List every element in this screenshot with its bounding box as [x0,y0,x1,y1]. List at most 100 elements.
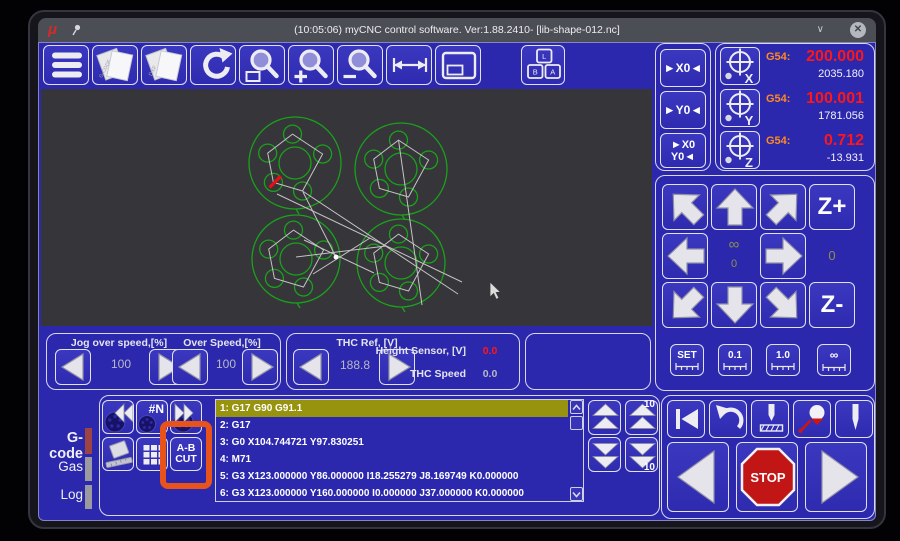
jog-z-minus-button[interactable]: Z- [809,282,855,328]
tab-gcode-indicator [85,428,92,454]
svg-text:L: L [542,52,546,61]
gcode-line-number-button[interactable]: #N [136,400,168,434]
jog-left-button[interactable] [662,233,708,279]
x-work-value: 200.000 [806,48,864,65]
thc-speed-value: 0.0 [482,368,498,380]
stop-sign-icon: STOP [740,447,796,507]
jog-step-10-button[interactable]: 1.0 [766,344,800,376]
zero-y-button[interactable]: ►Y0◄ [660,91,706,129]
zoom-in-button[interactable] [288,45,334,85]
frame-button[interactable] [435,45,481,85]
over-speed-dec-button[interactable] [172,349,208,385]
height-sensor-label: Height Sensor, [V] [375,345,466,357]
probe-icon [759,404,784,432]
torch-icon [798,405,825,434]
dro-panel: X G54: 200.000 2035.180 Y G54: 100.001 1… [715,43,875,171]
run-back-button[interactable] [667,442,729,512]
open-gcode-button[interactable]: G-CODE [92,45,138,85]
over-speed-value: 100 [215,357,237,371]
gcode-line[interactable]: 4: M71 [216,451,568,468]
skip-start-icon [676,409,698,429]
over-speed-inc-button[interactable] [242,349,278,385]
jog-right-button[interactable] [760,233,806,279]
zoom-out-button[interactable] [337,45,383,85]
refresh-button[interactable] [190,45,236,85]
jog-step-set-button[interactable]: SET [670,344,704,376]
run-forward-button[interactable] [805,442,867,512]
nesting-grid-button[interactable] [136,437,168,471]
jog-step-inf-button[interactable]: ∞ [817,344,851,376]
jog-up-left-button[interactable] [662,184,708,230]
screen: μ (10:05:06) myCNC control software. Ver… [0,0,900,541]
gcode-line[interactable]: 1: G17 G90 G91.1 [216,400,568,417]
gcode-forward-button[interactable] [170,400,202,434]
scroll-up-button[interactable] [570,400,583,414]
tab-gas[interactable]: Gas [39,459,83,474]
gcode-line[interactable]: 3: G0 X104.744721 Y97.830251 [216,434,568,451]
jog-down-right-button[interactable] [760,282,806,328]
crosshair-x-icon: X [725,48,754,86]
gcode-line[interactable]: 2: G17 [216,417,568,434]
gcode-up-10-button[interactable]: 10 [625,399,658,435]
zoom-fit-icon [245,49,279,82]
tab-gcode[interactable]: G-code [39,430,83,462]
gcode-line[interactable]: 6: G3 X123.000000 Y160.000000 I0.000000 … [216,485,568,501]
measure-button[interactable] [386,45,432,85]
dro-x-button[interactable]: X [720,47,760,86]
open-dxf-button[interactable]: DXF [141,45,187,85]
z-work-value: 0.712 [823,132,864,149]
thc-panel: THC Ref, [V] 188.8 Height Sensor, [V] 0.… [286,333,520,390]
collapse-icon[interactable]: ∨ [817,24,824,35]
zero-xy-button[interactable]: ►X0 Y0◄ [660,133,706,168]
speed-panel: Jog over speed,[%] Over Speed,[%] 100 10… [46,333,281,390]
gcode-list[interactable]: 1: G17 G90 G91.1 2: G17 3: G0 X104.74472… [215,399,584,502]
jog-over-speed-dec-button[interactable] [55,349,91,385]
svg-text:A: A [550,67,555,76]
refresh-icon [203,48,233,79]
crosshair-y-icon: Y [725,90,754,128]
ruler-icon [771,362,795,370]
scroll-thumb[interactable] [570,416,583,430]
probe-button[interactable] [751,400,789,438]
close-button[interactable]: ✕ [850,22,866,38]
jog-down-left-button[interactable] [662,282,708,328]
app-area: G-CODE DXF L B A ►X0◄ ►Y0◄ ►X0 Y0◄ X G54… [38,42,876,521]
gcode-down-button[interactable] [588,437,621,472]
toolpath-canvas[interactable] [41,89,652,326]
spare-panel [525,333,651,390]
start-point-marker [268,175,282,189]
gcode-line[interactable]: 5: G3 X123.000000 Y86.000000 I18.255279 … [216,468,568,485]
dro-y-button[interactable]: Y [720,89,760,128]
rotate-part-button[interactable] [102,437,134,471]
jog-down-button[interactable] [711,282,757,328]
wcs-z-label: G54: [766,135,791,147]
zoom-fit-button[interactable] [239,45,285,85]
torch-button[interactable] [793,400,831,438]
jog-infinity-label: ∞ [728,236,740,253]
thc-speed-label: THC Speed [409,368,466,380]
gcode-up-button[interactable] [588,400,621,435]
keyboard-button[interactable]: L B A [521,45,565,85]
gcode-down-10-button[interactable]: 10 [625,437,658,473]
dro-z-button[interactable]: Z [720,131,760,170]
skip-to-start-button[interactable] [667,400,705,438]
plunge-button[interactable] [835,400,873,438]
wcs-x-label: G54: [766,51,791,63]
tab-log[interactable]: Log [39,487,83,502]
big-left-triangle-icon [676,449,715,505]
stop-button[interactable]: STOP [736,442,798,512]
gcode-rewind-button[interactable] [102,400,134,434]
ab-cut-button[interactable]: A-B CUT [170,437,202,471]
jog-step-01-button[interactable]: 0.1 [718,344,752,376]
jog-up-right-button[interactable] [760,184,806,230]
menu-button[interactable] [43,45,89,85]
zero-x-button[interactable]: ►X0◄ [660,49,706,87]
jog-up-button[interactable] [711,184,757,230]
arrow-down-right-icon [765,286,798,319]
jog-z-plus-button[interactable]: Z+ [809,184,855,230]
flange-paths [248,116,502,313]
undo-button[interactable] [709,400,747,438]
thc-ref-dec-button[interactable] [293,349,329,385]
scroll-down-button[interactable] [570,487,583,501]
measure-icon [392,58,428,72]
